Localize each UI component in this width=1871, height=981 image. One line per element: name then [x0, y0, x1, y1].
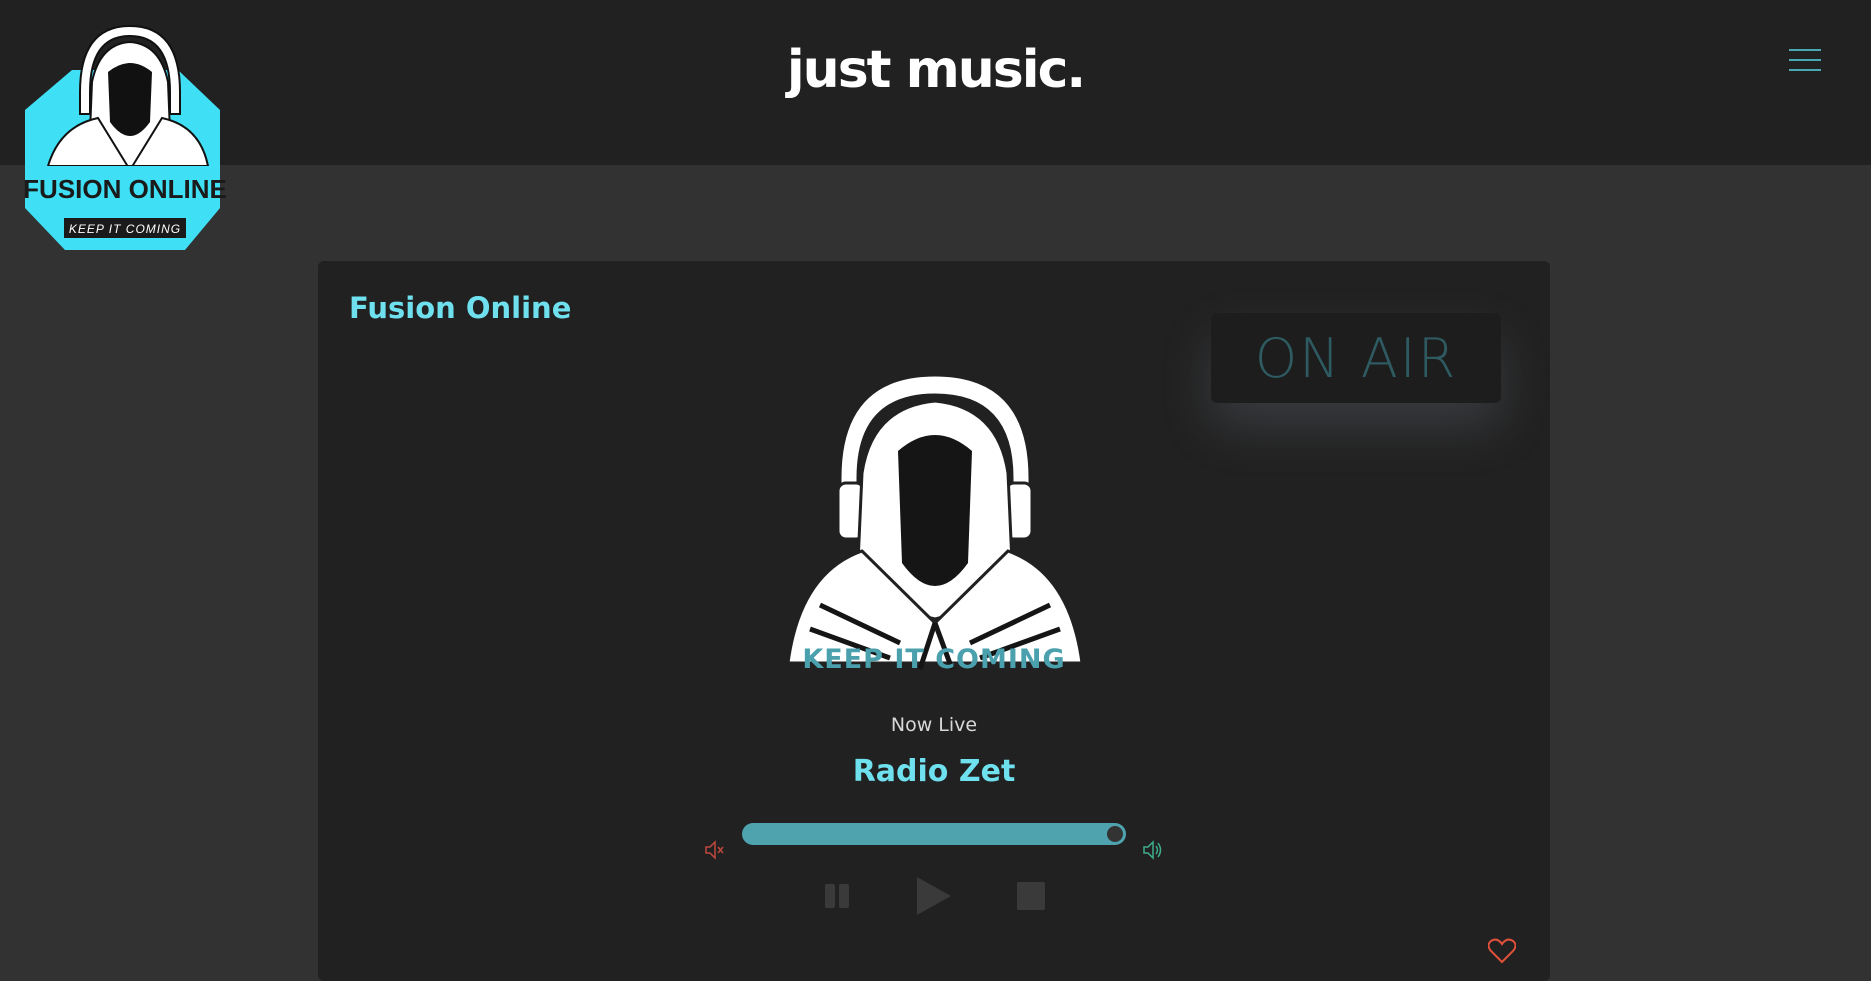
pause-icon: [825, 884, 835, 908]
heart-icon[interactable]: [1488, 938, 1516, 964]
volume-slider-fill: [742, 823, 1126, 845]
logo-subtitle-text: KEEP IT COMING: [69, 222, 181, 236]
play-button[interactable]: [913, 875, 953, 917]
volume-slider-thumb[interactable]: [1107, 826, 1123, 842]
volume-up-icon[interactable]: [1142, 840, 1164, 860]
station-name: Fusion Online: [349, 291, 572, 325]
volume-mute-icon[interactable]: [704, 840, 726, 860]
stop-button[interactable]: [1017, 882, 1045, 910]
site-logo[interactable]: FUSION ONLINE KEEP IT COMING: [20, 22, 230, 254]
hamburger-menu-icon[interactable]: [1789, 46, 1821, 74]
pause-button[interactable]: [823, 881, 851, 911]
top-bar: just music.: [0, 0, 1871, 165]
volume-slider[interactable]: [742, 823, 1126, 845]
hooded-figure-artwork: [786, 373, 1084, 670]
on-air-badge: ON AIR: [1211, 313, 1501, 403]
site-title: just music.: [786, 40, 1086, 100]
live-status: Now Live: [890, 714, 978, 736]
play-icon: [917, 877, 951, 915]
tagline: KEEP IT COMING: [802, 644, 1066, 675]
logo-title-text: FUSION ONLINE: [23, 174, 227, 204]
player-card: Fusion Online ON AIR KEEP IT COMING Now …: [318, 261, 1550, 981]
track-title: Radio Zet: [852, 754, 1016, 789]
